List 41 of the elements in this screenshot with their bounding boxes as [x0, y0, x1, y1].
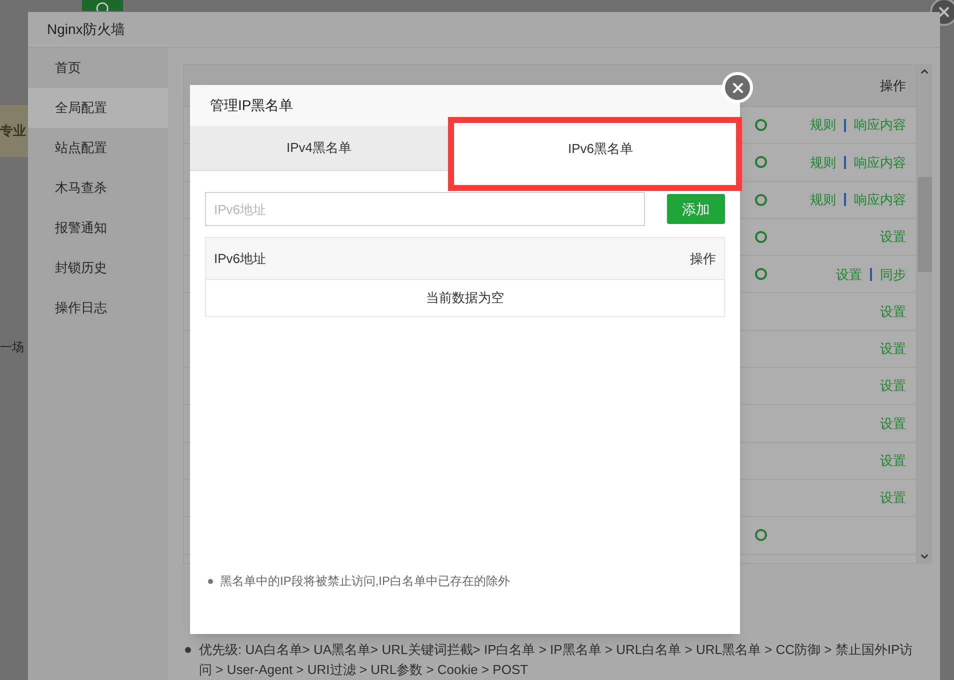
column-header: IPv6地址: [214, 250, 266, 268]
action-link[interactable]: 规则: [810, 152, 836, 172]
close-icon: [936, 4, 952, 20]
tab[interactable]: IPv4黑名单: [190, 126, 448, 171]
action-link[interactable]: 同步: [880, 264, 906, 284]
sidebar-item[interactable]: 封锁历史: [28, 248, 168, 288]
scrollbar-thumb[interactable]: [918, 177, 932, 272]
bullet-icon: [208, 578, 213, 584]
action-link[interactable]: 设置: [880, 339, 906, 359]
window-title: Nginx防火墙: [47, 20, 125, 39]
page-fragment: 一场: [0, 339, 24, 356]
action-link[interactable]: 设置: [880, 302, 906, 322]
action-link[interactable]: 设置: [880, 414, 906, 434]
action-link[interactable]: 响应内容: [854, 190, 906, 210]
bullet-icon: [185, 647, 191, 653]
action-link[interactable]: 设置: [880, 376, 906, 396]
sidebar-item[interactable]: 站点配置: [28, 128, 168, 168]
empty-message: 当前数据为空: [426, 289, 504, 308]
sidebar-item[interactable]: 操作日志: [28, 288, 168, 328]
sidebar-item[interactable]: 首页: [28, 48, 168, 88]
sidebar-item[interactable]: 木马查杀: [28, 168, 168, 208]
sidebar-item[interactable]: 报警通知: [28, 208, 168, 248]
add-button[interactable]: 添加: [667, 194, 725, 224]
action-link[interactable]: 响应内容: [854, 152, 906, 172]
sidebar-item[interactable]: 全局配置: [28, 88, 168, 128]
action-link[interactable]: 规则: [810, 115, 836, 135]
priority-note: 优先级: UA白名单> UA黑名单> URL关键词拦截> IP白名单 > IP黑名单 > URL白名单 > URL黑名单 > CC防御 > 禁止国外IP访问 > User-Agent > URI过滤 > URL参数 > Cookie > POST: [199, 641, 914, 679]
column-header: 操作: [690, 250, 716, 268]
action-link[interactable]: 设置: [836, 264, 862, 284]
page-fragment: 专业: [0, 122, 26, 140]
action-link[interactable]: 规则: [810, 190, 836, 210]
dialog-note: 黑名单中的IP段将被禁止访问,IP白名单中已存在的除外: [220, 573, 510, 590]
action-link[interactable]: 响应内容: [854, 115, 906, 135]
search-button[interactable]: [82, 0, 123, 11]
action-link[interactable]: 设置: [880, 488, 906, 508]
ipv6-input-field[interactable]: IPv6地址: [205, 192, 645, 226]
action-link[interactable]: 设置: [880, 227, 906, 247]
column-header: 操作: [880, 76, 906, 95]
action-link[interactable]: 设置: [880, 451, 906, 471]
scrollbar[interactable]: [917, 64, 932, 564]
dialog-title: 管理IP黑名单: [210, 96, 294, 115]
